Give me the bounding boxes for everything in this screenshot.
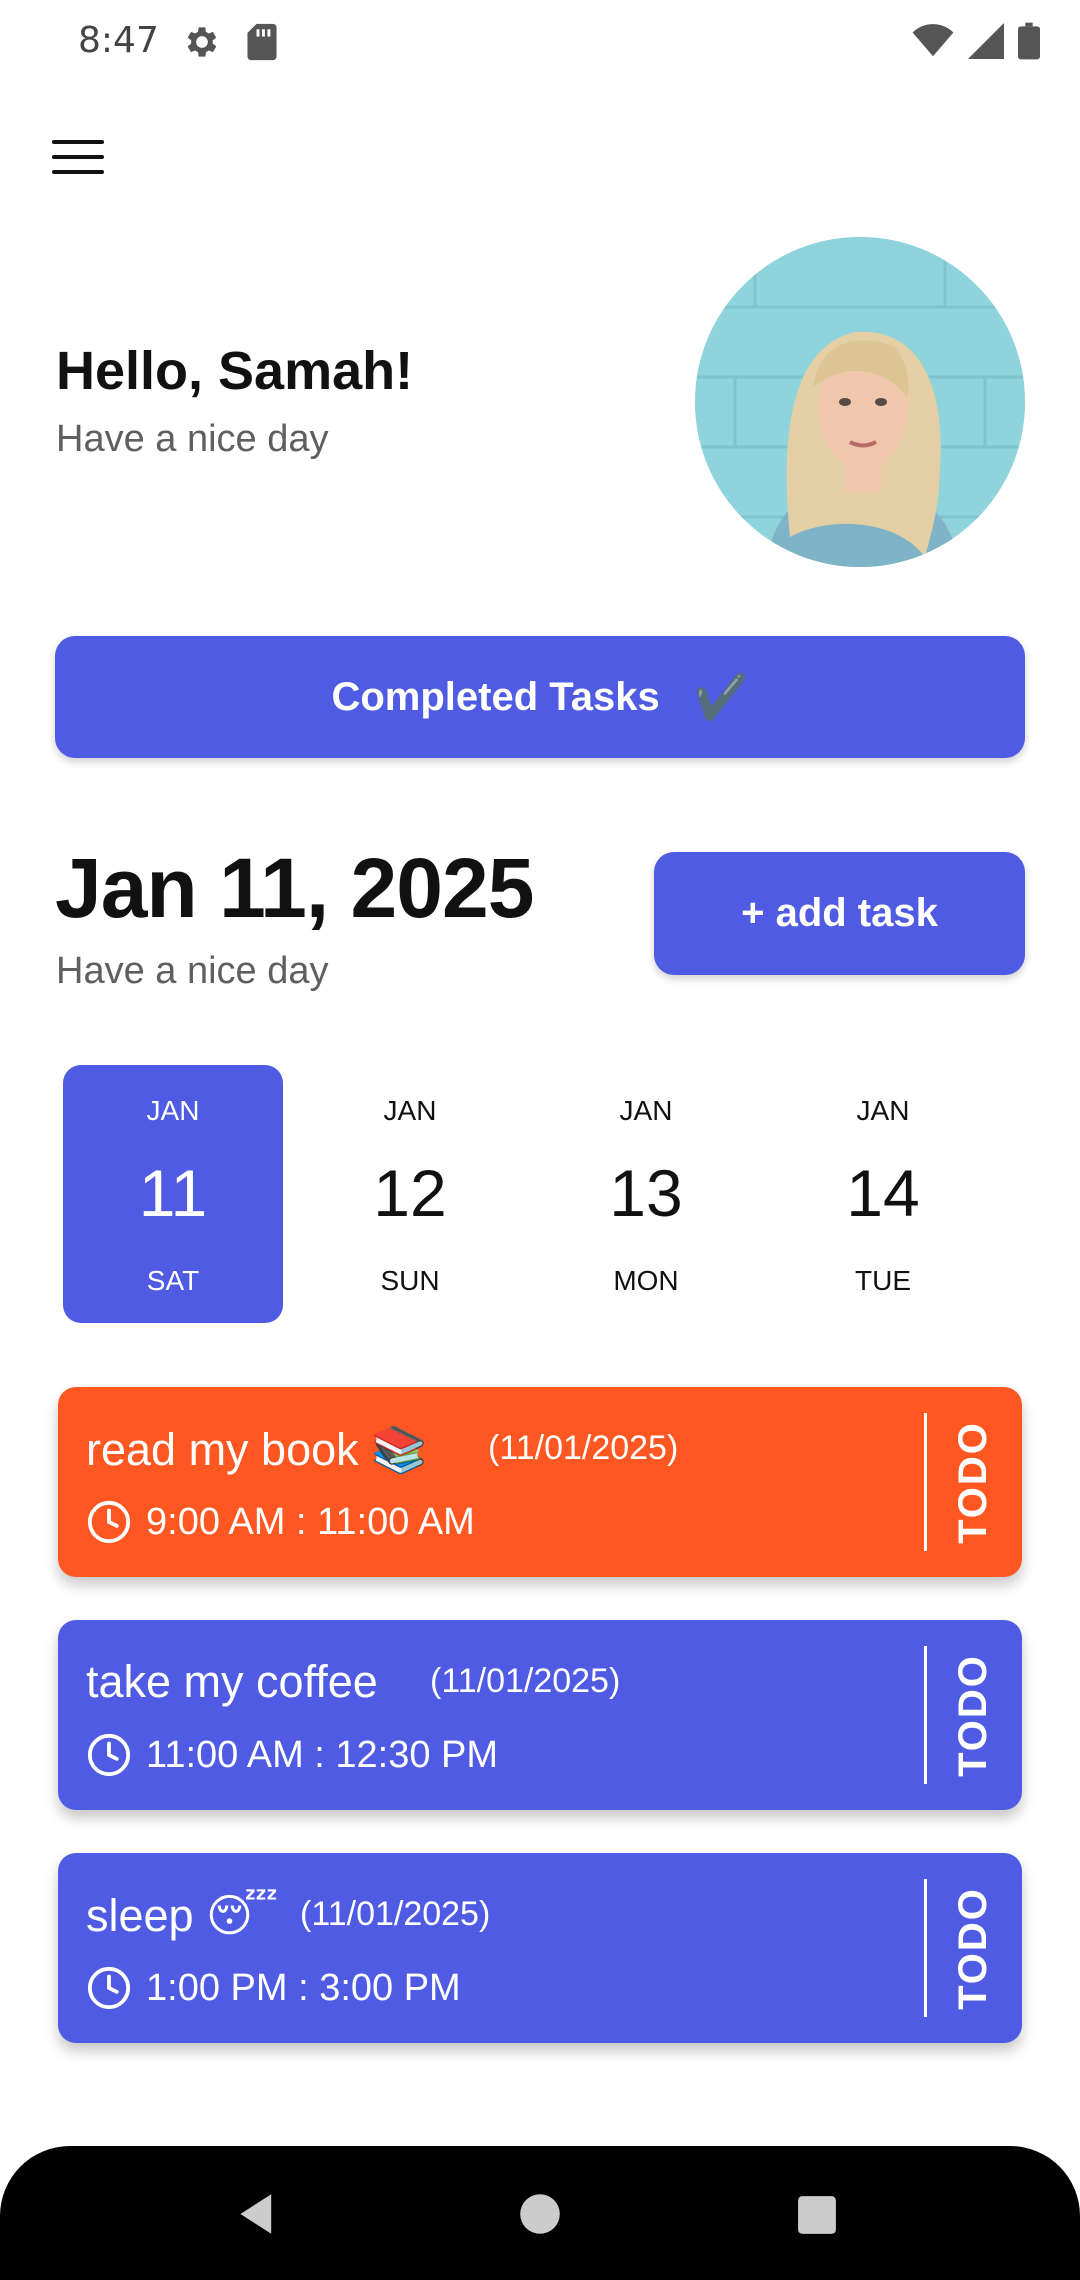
task-date: (11/01/2025) bbox=[430, 1662, 621, 1700]
calendar-month: JAN bbox=[856, 1095, 910, 1126]
calendar-day-number: 11 bbox=[138, 1156, 208, 1230]
date-subtitle: Have a nice day bbox=[56, 950, 329, 992]
calendar-day-number: 13 bbox=[609, 1156, 683, 1230]
task-divider bbox=[924, 1879, 927, 2017]
clock-icon bbox=[87, 1966, 131, 2010]
clock-icon bbox=[87, 1733, 131, 1777]
calendar-day-number: 12 bbox=[373, 1156, 447, 1230]
task-date: (11/01/2025) bbox=[488, 1429, 679, 1467]
gear-icon bbox=[182, 22, 222, 62]
battery-icon bbox=[1018, 22, 1040, 65]
task-time-label: 11:00 AM : 12:30 PM bbox=[146, 1733, 499, 1776]
task-divider bbox=[924, 1413, 927, 1551]
task-status: TODO bbox=[938, 1387, 1008, 1577]
task-time: 1:00 PM : 3:00 PM bbox=[86, 1965, 461, 2011]
recents-icon[interactable] bbox=[796, 2194, 838, 2241]
status-time: 8:47 bbox=[78, 20, 159, 61]
task-time: 9:00 AM : 11:00 AM bbox=[86, 1499, 475, 1545]
task-title: take my coffee bbox=[86, 1656, 378, 1707]
add-task-button[interactable]: + add task bbox=[654, 852, 1025, 975]
status-bar: 8:47 bbox=[0, 0, 1080, 88]
calendar-month: JAN bbox=[383, 1095, 437, 1126]
calendar-day-11[interactable]: JAN 11 SAT bbox=[63, 1065, 283, 1323]
hamburger-menu-icon[interactable] bbox=[52, 140, 104, 180]
sd-card-icon bbox=[244, 22, 284, 62]
greeting-title: Hello, Samah! bbox=[56, 341, 414, 401]
signal-icon bbox=[968, 23, 1004, 64]
task-date: (11/01/2025) bbox=[300, 1895, 491, 1933]
avatar[interactable] bbox=[695, 237, 1025, 567]
task-divider bbox=[924, 1646, 927, 1784]
calendar-weekday: SUN bbox=[380, 1265, 440, 1296]
back-icon[interactable] bbox=[236, 2192, 280, 2241]
task-time-label: 9:00 AM : 11:00 AM bbox=[146, 1500, 475, 1543]
home-icon[interactable] bbox=[518, 2192, 562, 2241]
current-date: Jan 11, 2025 bbox=[55, 841, 534, 935]
task-card[interactable]: read my book 📚 (11/01/2025) 9:00 AM : 11… bbox=[58, 1387, 1022, 1577]
task-status-label: TODO bbox=[950, 1420, 995, 1544]
greeting-subtitle: Have a nice day bbox=[56, 418, 329, 460]
wifi-icon bbox=[912, 24, 954, 63]
calendar-day-number: 14 bbox=[846, 1156, 920, 1230]
calendar-weekday: TUE bbox=[855, 1265, 911, 1296]
calendar-month: JAN bbox=[146, 1095, 200, 1126]
clock-icon bbox=[87, 1500, 131, 1544]
calendar-month: JAN bbox=[619, 1095, 673, 1126]
task-title: sleep 😴 bbox=[86, 1890, 279, 1941]
system-nav-bar bbox=[0, 2146, 1080, 2280]
calendar-day-13[interactable]: JAN 13 MON bbox=[536, 1065, 756, 1323]
task-status-label: TODO bbox=[950, 1653, 995, 1777]
task-status-label: TODO bbox=[950, 1886, 995, 2010]
calendar-day-12[interactable]: JAN 12 SUN bbox=[300, 1065, 520, 1323]
task-time-label: 1:00 PM : 3:00 PM bbox=[146, 1966, 461, 2009]
calendar-weekday: SAT bbox=[146, 1265, 200, 1296]
calendar-day-14[interactable]: JAN 14 TUE bbox=[773, 1065, 993, 1323]
task-status: TODO bbox=[938, 1620, 1008, 1810]
task-status: TODO bbox=[938, 1853, 1008, 2043]
completed-tasks-button[interactable]: Completed Tasks ✔️ bbox=[55, 636, 1025, 758]
calendar-weekday: MON bbox=[613, 1265, 679, 1296]
task-card[interactable]: take my coffee (11/01/2025) 11:00 AM : 1… bbox=[58, 1620, 1022, 1810]
completed-tasks-label: Completed Tasks bbox=[331, 674, 660, 719]
task-card[interactable]: sleep 😴 (11/01/2025) 1:00 PM : 3:00 PM T… bbox=[58, 1853, 1022, 2043]
task-time: 11:00 AM : 12:30 PM bbox=[86, 1732, 498, 1778]
checkmark-icon: ✔️ bbox=[693, 673, 749, 722]
task-title: read my book 📚 bbox=[86, 1424, 428, 1475]
